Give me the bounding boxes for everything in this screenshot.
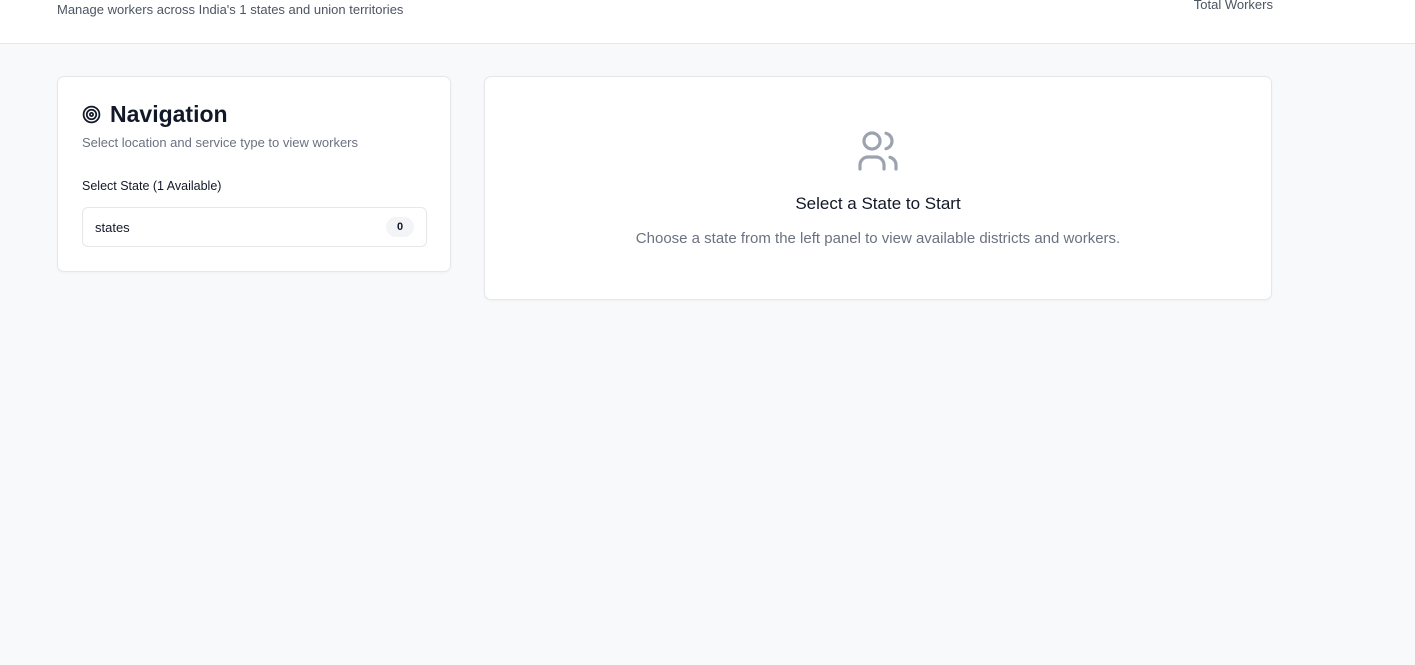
state-option-name: states xyxy=(95,219,130,235)
users-icon xyxy=(858,131,898,171)
empty-state-title: Select a State to Start xyxy=(795,194,961,213)
target-icon xyxy=(82,105,101,124)
empty-state-description: Choose a state from the left panel to vi… xyxy=(635,230,1121,247)
state-worker-count-badge: 0 xyxy=(386,217,414,237)
navigation-card: Navigation Select location and service t… xyxy=(57,76,451,272)
select-state-label: Select State (1 Available) xyxy=(82,179,222,193)
total-workers-label: Total Workers xyxy=(1193,0,1273,12)
navigation-title: Navigation xyxy=(110,101,228,127)
navigation-header: Navigation xyxy=(82,101,228,128)
navigation-description: Select location and service type to view… xyxy=(82,135,359,150)
state-option-states[interactable]: states 0 xyxy=(82,207,427,247)
header-subtitle: Manage workers across India's 1 states a… xyxy=(57,2,404,17)
empty-state-card: Select a State to Start Choose a state f… xyxy=(484,76,1272,300)
page-header: Manage workers across India's 1 states a… xyxy=(0,0,1415,44)
